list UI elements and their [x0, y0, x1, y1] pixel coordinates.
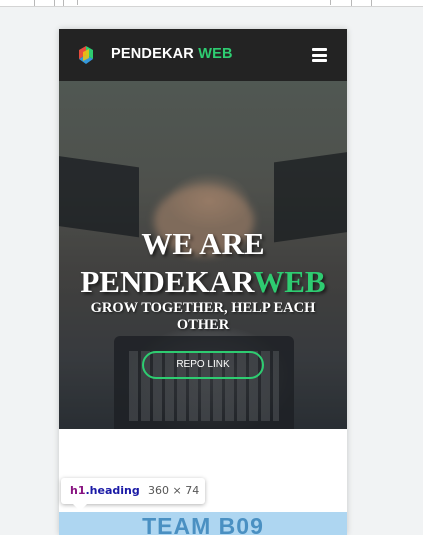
devtools-toolbar	[0, 0, 423, 7]
inspector-size: 360 × 74	[148, 484, 200, 497]
toolbar-divider	[63, 0, 64, 6]
hero-heading-main: PENDEKAR	[80, 264, 254, 299]
hero-heading: WE ARE PENDEKARWEB	[59, 225, 347, 301]
toolbar-divider	[371, 0, 372, 6]
hero-section: WE ARE PENDEKARWEB GROW TOGETHER, HELP E…	[59, 81, 347, 429]
team-heading: TEAM B09	[142, 513, 264, 535]
repo-link-button[interactable]: REPO LINK	[142, 351, 264, 379]
hero-heading-line1: WE ARE	[141, 226, 265, 261]
toolbar-divider	[34, 0, 35, 6]
hamburger-icon[interactable]	[312, 48, 327, 62]
hero-heading-line2: PENDEKARWEB	[59, 263, 347, 301]
inspector-tag: h1.heading	[70, 478, 140, 504]
brand-main: PENDEKAR	[111, 46, 194, 62]
inspector-tag-name: h1	[70, 484, 86, 497]
inspector-tooltip-arrow	[73, 504, 87, 511]
hero-heading-accent: WEB	[253, 264, 326, 299]
toolbar-dimension-field[interactable]	[77, 0, 331, 5]
logo-icon[interactable]	[77, 45, 95, 65]
toolbar-divider	[351, 0, 352, 6]
team-section: TEAM B09	[59, 512, 347, 535]
navbar: PENDEKAR WEB	[59, 29, 347, 81]
toolbar-divider	[54, 0, 55, 6]
brand-name[interactable]: PENDEKAR WEB	[111, 46, 233, 62]
brand-accent: WEB	[198, 46, 233, 62]
inspector-tooltip: h1.heading 360 × 74	[61, 478, 205, 504]
hero-subtitle: GROW TOGETHER, HELP EACH OTHER	[90, 300, 316, 333]
device-viewport: PENDEKAR WEB WE ARE PENDEKARWEB GROW TOG…	[59, 29, 347, 535]
inspector-tag-class: .heading	[85, 484, 140, 497]
